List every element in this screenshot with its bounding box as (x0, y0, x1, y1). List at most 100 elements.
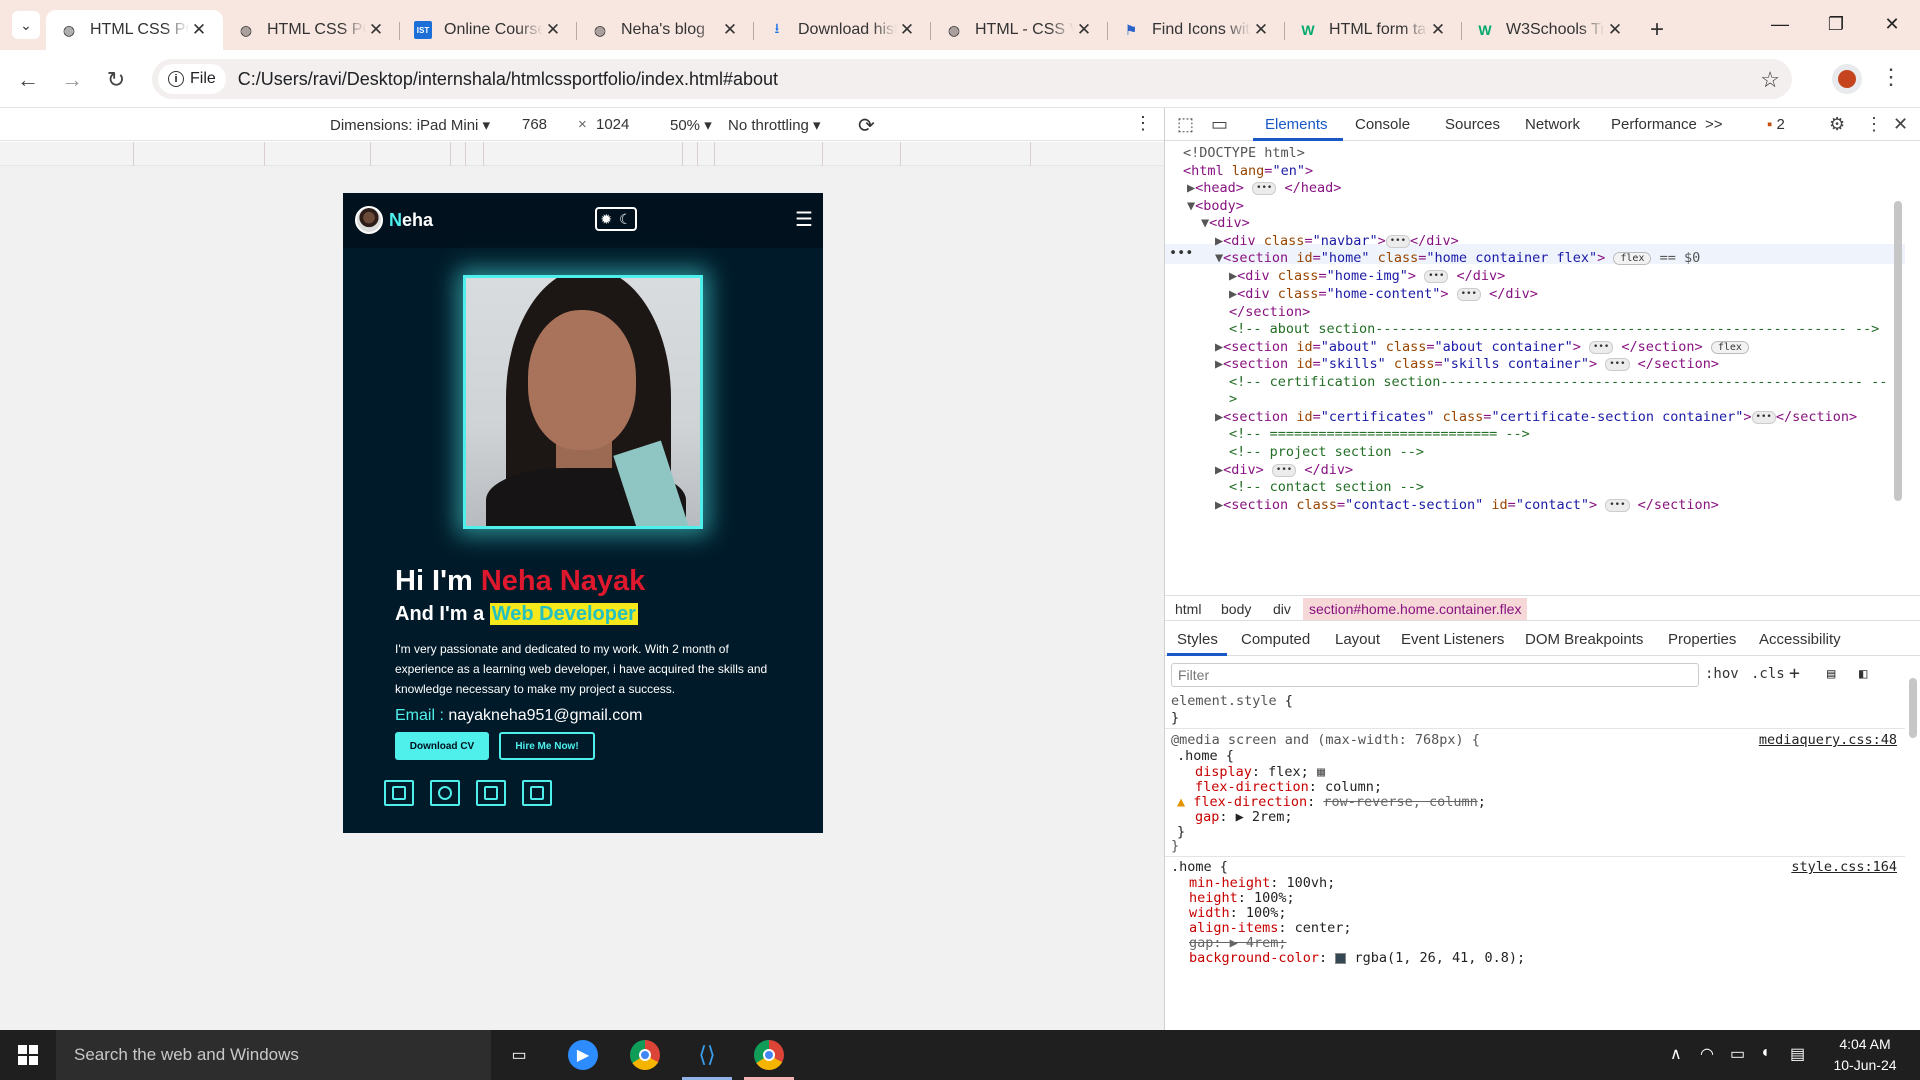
dom-node[interactable]: ▶<div class="home-content"> ••• </div> (1229, 286, 1538, 302)
dom-node[interactable]: <!DOCTYPE html> (1183, 145, 1305, 161)
breadcrumb-item-selected[interactable]: section#home.home.container.flex (1303, 598, 1528, 620)
dom-node-selected[interactable]: ▼<section id="home" class="home containe… (1215, 250, 1700, 266)
url-text[interactable]: C:/Users/ravi/Desktop/internshala/htmlcs… (238, 69, 778, 90)
dimensions-select[interactable]: Dimensions: iPad Mini ▾ (330, 116, 490, 134)
css-property[interactable]: display: flex; ▦ (1195, 764, 1325, 780)
hamburger-menu-icon[interactable]: ☰ (795, 207, 813, 232)
settings-gear-icon[interactable]: ⚙ (1829, 114, 1845, 135)
more-menu-icon[interactable]: ⋮ (1880, 64, 1902, 90)
dom-node[interactable]: ▶<section id="skills" class="skills cont… (1215, 356, 1719, 372)
battery-icon[interactable]: ▭ (1730, 1044, 1745, 1064)
breadcrumb-item[interactable]: body (1221, 601, 1251, 617)
hover-state-toggle[interactable]: :hov (1705, 666, 1739, 682)
throttle-select[interactable]: No throttling ▾ (728, 116, 821, 134)
dom-node[interactable]: ▶<div class="home-img"> ••• </div> (1229, 268, 1505, 284)
dom-scrollbar[interactable] (1893, 181, 1903, 591)
theme-toggle[interactable]: ✹ ☾ (595, 207, 637, 231)
linkedin-icon[interactable] (522, 780, 552, 806)
tab-elements[interactable]: Elements (1265, 116, 1328, 133)
chrome-active-icon[interactable] (754, 1040, 784, 1070)
new-rule-button[interactable]: + (1789, 663, 1800, 684)
wifi-icon[interactable]: ◠ (1700, 1044, 1714, 1064)
close-icon[interactable]: ✕ (1251, 20, 1271, 40)
dom-node[interactable]: ▶<section id="about" class="about contai… (1215, 339, 1749, 355)
dom-node[interactable]: ▶<section class="contact-section" id="co… (1215, 497, 1719, 513)
tab-performance[interactable]: Performance (1611, 116, 1697, 133)
dom-comment[interactable]: <!-- ============================ --> (1229, 426, 1530, 442)
dom-node[interactable]: ▶<head> ••• </head> (1187, 180, 1341, 196)
width-input[interactable]: 768 (522, 116, 547, 133)
dom-node[interactable]: ▶<div class="navbar"> ••• </div> (1215, 233, 1459, 249)
height-input[interactable]: 1024 (596, 116, 629, 133)
download-cv-button[interactable]: Download CV (395, 732, 489, 760)
tab-sources[interactable]: Sources (1445, 116, 1500, 133)
css-property-warning[interactable]: ▲ flex-direction: row-reverse, column; (1177, 794, 1486, 810)
tab-properties[interactable]: Properties (1668, 631, 1736, 648)
tab[interactable]: W HTML form tag ✕ (1285, 10, 1462, 50)
address-bar[interactable]: i File C:/Users/ravi/Desktop/internshala/… (152, 59, 1792, 99)
close-window-icon[interactable]: ✕ (1864, 0, 1920, 48)
instagram-icon[interactable] (430, 780, 460, 806)
inspect-element-icon[interactable]: ⬚ (1177, 114, 1194, 135)
tab-accessibility[interactable]: Accessibility (1759, 631, 1841, 648)
hire-me-button[interactable]: Hire Me Now! (499, 732, 595, 760)
css-property[interactable]: height: 100%; (1189, 890, 1295, 906)
dom-node[interactable]: ▼<body> (1187, 198, 1244, 214)
styles-scrollbar[interactable] (1908, 663, 1918, 1023)
devtools-menu-icon[interactable]: ⋮ (1865, 114, 1883, 135)
close-icon[interactable]: ✕ (1605, 20, 1625, 40)
vscode-icon[interactable]: ⟨⟩ (692, 1040, 722, 1070)
task-view-icon[interactable]: ▭ (504, 1040, 534, 1070)
sidebar-toggle-icon[interactable]: ◧ (1859, 666, 1867, 682)
close-icon[interactable]: ✕ (366, 20, 386, 40)
tab[interactable]: ⭳ Download history✕ (754, 10, 931, 50)
close-icon[interactable]: ✕ (1074, 20, 1094, 40)
rotate-icon[interactable]: ⟳ (858, 113, 875, 138)
chrome-icon[interactable] (630, 1040, 660, 1070)
dom-comment[interactable]: <!-- about section----------------------… (1229, 321, 1879, 337)
taskbar-clock[interactable]: 4:04 AM 10-Jun-24 (1820, 1034, 1910, 1076)
star-icon[interactable]: ☆ (1760, 67, 1780, 93)
forward-arrow-icon[interactable]: → (56, 64, 88, 96)
dom-comment[interactable]: <!-- contact section --> (1229, 479, 1424, 495)
dom-comment[interactable]: <!-- project section --> (1229, 444, 1424, 460)
tab-console[interactable]: Console (1355, 116, 1410, 133)
twitter-icon[interactable] (476, 780, 506, 806)
tab-search-button[interactable]: ⌄ (12, 11, 40, 39)
dom-node[interactable]: </section> (1229, 304, 1310, 320)
tray-chevron-icon[interactable]: ∧ (1670, 1044, 1682, 1064)
more-tabs-button[interactable]: >> (1705, 116, 1723, 133)
notification-icon[interactable]: ▤ (1790, 1044, 1805, 1064)
dom-node[interactable]: ▶<section id="certificates" class="certi… (1215, 409, 1857, 425)
close-icon[interactable]: ✕ (720, 20, 740, 40)
tab-styles[interactable]: Styles (1177, 631, 1218, 648)
reload-icon[interactable]: ↻ (100, 64, 132, 96)
css-property[interactable]: background-color: rgba(1, 26, 41, 0.8); (1189, 950, 1525, 966)
back-arrow-icon[interactable]: ← (12, 64, 44, 96)
class-toggle[interactable]: .cls (1751, 666, 1785, 682)
issues-badge[interactable]: ▪ 2 (1767, 116, 1785, 133)
tab[interactable]: ◍ Neha's blog ✕ (577, 10, 754, 50)
device-toggle-icon[interactable]: ▭ (1211, 114, 1228, 135)
taskbar-search[interactable]: Search the web and Windows (56, 1030, 491, 1080)
site-info-chip[interactable]: i File (158, 64, 226, 94)
close-icon[interactable]: ✕ (897, 20, 917, 40)
new-tab-button[interactable]: + (1639, 10, 1675, 50)
source-link[interactable]: style.css:164 (1791, 859, 1897, 875)
css-property-overridden[interactable]: gap: ▶ 4rem; (1189, 935, 1287, 951)
tab-network[interactable]: Network (1525, 116, 1580, 133)
tab-dom-breakpoints[interactable]: DOM Breakpoints (1525, 631, 1643, 648)
tab-event-listeners[interactable]: Event Listeners (1401, 631, 1504, 648)
styles-filter-input[interactable]: Filter (1171, 663, 1699, 687)
profile-avatar[interactable] (1832, 64, 1862, 94)
facebook-icon[interactable] (384, 780, 414, 806)
zoom-app-icon[interactable]: ▶ (568, 1040, 598, 1070)
dom-node[interactable]: <html lang="en"> (1183, 163, 1313, 179)
dom-comment[interactable]: <!-- certification section--------------… (1229, 374, 1887, 390)
zoom-select[interactable]: 50% ▾ (670, 116, 712, 134)
tab-computed[interactable]: Computed (1241, 631, 1310, 648)
color-swatch[interactable] (1335, 952, 1347, 964)
css-property[interactable]: min-height: 100vh; (1189, 875, 1335, 891)
close-devtools-icon[interactable]: ✕ (1893, 114, 1908, 135)
close-icon[interactable]: ✕ (189, 20, 209, 40)
